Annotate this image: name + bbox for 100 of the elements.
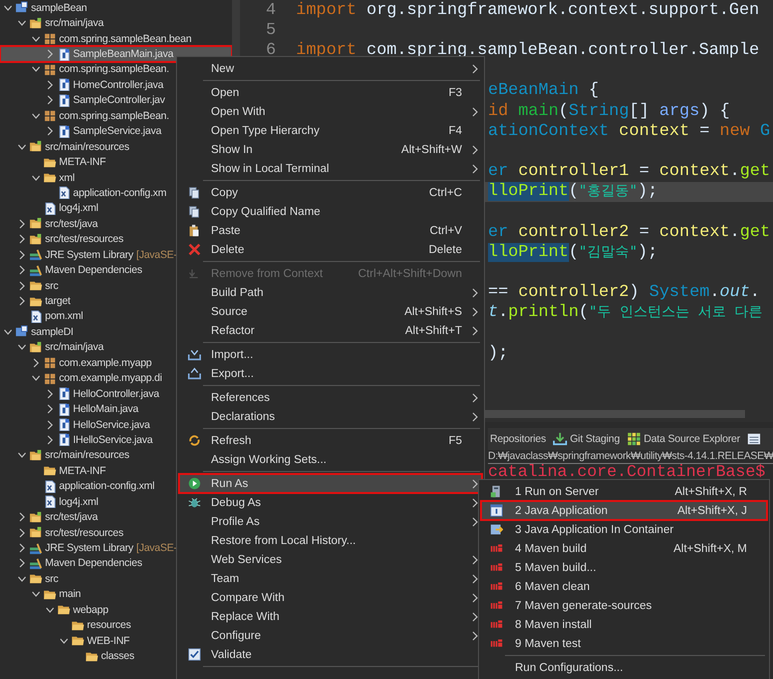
source-folder-icon — [29, 217, 42, 230]
arrow-icon — [188, 267, 200, 280]
shortcut-label: Alt+Shift+X, J — [677, 504, 748, 516]
code-line: ationContext context = new G — [488, 122, 770, 141]
download-icon — [552, 432, 567, 446]
bars-icon — [490, 599, 502, 612]
menu-item[interactable]: Show in Local Terminal — [179, 159, 482, 178]
tree-item[interactable]: src/main/java — [0, 15, 232, 31]
grid-icon — [626, 432, 641, 446]
menu-item[interactable]: Run Configurations... — [481, 658, 767, 677]
shortcut-label: Alt+Shift+X, R — [674, 486, 748, 498]
menu-item[interactable]: 4 Maven build Alt+Shift+X, M — [481, 539, 767, 558]
source-folder-icon — [29, 510, 42, 524]
shortcut-label: Delete — [428, 244, 463, 256]
folder-icon — [71, 634, 84, 648]
check-icon — [188, 648, 200, 661]
file-icon — [57, 94, 70, 107]
tree-item[interactable]: sampleBean — [0, 0, 232, 16]
books-icon — [29, 248, 42, 262]
menu-item[interactable]: Copy Qualified Name — [179, 202, 482, 221]
project-icon — [15, 325, 28, 338]
file-icon — [43, 480, 56, 493]
file-icon — [57, 418, 70, 432]
folder-icon — [57, 603, 70, 616]
books-icon — [29, 542, 42, 555]
bars-icon — [490, 561, 502, 574]
menu-item[interactable]: 7 Maven generate-sources — [481, 596, 767, 615]
view-tab[interactable] — [747, 432, 762, 446]
console-path: D:₩javaclass₩springframework₩utility₩sts-4.14.1.RELEASE₩ — [488, 450, 773, 464]
line-number: 5 — [264, 20, 277, 40]
file-icon — [57, 124, 70, 138]
menu-item[interactable]: 1 Run on Server Alt+Shift+X, R — [481, 482, 767, 501]
menu-item[interactable]: Paste Ctrl+V — [179, 221, 482, 240]
menu-item[interactable]: 9 Maven test — [481, 634, 767, 653]
decoration-label: [JavaSE- — [136, 248, 177, 261]
menu-item[interactable]: Refresh F5 — [179, 431, 482, 450]
menu-item[interactable]: Copy Ctrl+C — [179, 183, 482, 202]
line-number: 6 — [264, 40, 277, 60]
code-line: lloPrint("김말숙"); — [488, 242, 658, 262]
tray-icon — [188, 348, 200, 361]
shortcut-label: Ctrl+Alt+Shift+Down — [358, 268, 463, 280]
source-folder-icon — [29, 340, 42, 354]
menu-item[interactable]: Configure — [179, 626, 482, 645]
menu-item[interactable]: Profile As — [179, 512, 482, 531]
window-icon — [490, 523, 502, 536]
menu-item[interactable]: Source Alt+Shift+S — [179, 302, 482, 321]
file-icon — [43, 495, 56, 508]
menu-item[interactable]: Validate — [179, 645, 482, 664]
menu-item[interactable]: 6 Maven clean — [481, 577, 767, 596]
source-folder-icon — [29, 448, 42, 462]
menu-item[interactable]: Export... — [179, 364, 482, 383]
menu-item[interactable]: Team — [179, 569, 482, 588]
menu-item[interactable]: Open With — [179, 102, 482, 121]
shortcut-label: F3 — [448, 86, 463, 98]
menu-item[interactable]: Open Type Hierarchy F4 — [179, 121, 482, 140]
menu-item[interactable]: Compare With — [179, 588, 482, 607]
menu-item[interactable]: Web Services — [179, 550, 482, 569]
menu-item[interactable]: Restore from Local History... — [179, 531, 482, 550]
pages-icon — [188, 205, 200, 218]
menu-item[interactable]: Debug As — [179, 493, 482, 512]
server-icon — [490, 485, 502, 498]
tree-item[interactable]: com.spring.sampleBean.bean — [0, 30, 232, 46]
menu-item[interactable]: Run As — [179, 474, 482, 493]
shortcut-label: Alt+Shift+X, M — [673, 542, 748, 554]
tree-item[interactable]: SampleBeanMain.java — [0, 46, 232, 62]
menu-item[interactable]: 5 Maven build... — [481, 558, 767, 577]
shortcut-label: Alt+Shift+T — [405, 324, 463, 336]
menu-item[interactable]: Declarations — [179, 407, 482, 426]
shortcut-label: Ctrl+C — [429, 186, 463, 198]
menu-item[interactable]: Import... — [179, 345, 482, 364]
code-line: import com.spring.sampleBean.controller.Sample — [296, 40, 760, 60]
play-icon — [188, 477, 200, 490]
menu-item[interactable]: Replace With — [179, 607, 482, 626]
source-folder-icon — [29, 232, 42, 246]
menu-item[interactable]: Assign Working Sets... — [179, 450, 482, 469]
menu-item[interactable]: 2 Java Application Alt+Shift+X, J — [481, 501, 767, 520]
line-number: 4 — [264, 0, 277, 20]
menu-item[interactable]: 8 Maven install — [481, 615, 767, 634]
package-icon — [43, 62, 56, 76]
shortcut-label: Alt+Shift+W — [401, 144, 463, 156]
shortcut-label: Alt+Shift+S — [404, 306, 463, 318]
menu-item[interactable]: Build Path — [179, 283, 482, 302]
file-icon — [57, 186, 70, 200]
folder-icon — [29, 572, 42, 586]
view-tab[interactable]: Git Staging — [552, 432, 620, 446]
list-icon — [747, 432, 762, 446]
code-line: er controller1 = context.get — [488, 162, 770, 182]
menu-item[interactable]: Refactor Alt+Shift+T — [179, 321, 482, 340]
tray-icon — [188, 367, 200, 380]
menu-item[interactable]: Delete Delete — [179, 240, 482, 259]
package-icon — [43, 372, 56, 385]
view-tab[interactable]: Data Source Explorer — [626, 432, 740, 446]
code-line: t.println("두 인스턴스는 서로 다른 — [488, 303, 762, 322]
menu-item[interactable]: Show In Alt+Shift+W — [179, 140, 482, 159]
menu-item[interactable]: New — [179, 59, 482, 78]
menu-item[interactable]: 3 Java Application In Container — [481, 520, 767, 539]
menu-item[interactable]: Open F3 — [179, 83, 482, 102]
menu-item[interactable]: References — [179, 388, 482, 407]
source-folder-icon — [29, 16, 42, 30]
view-tab[interactable]: Repositories — [490, 433, 546, 445]
